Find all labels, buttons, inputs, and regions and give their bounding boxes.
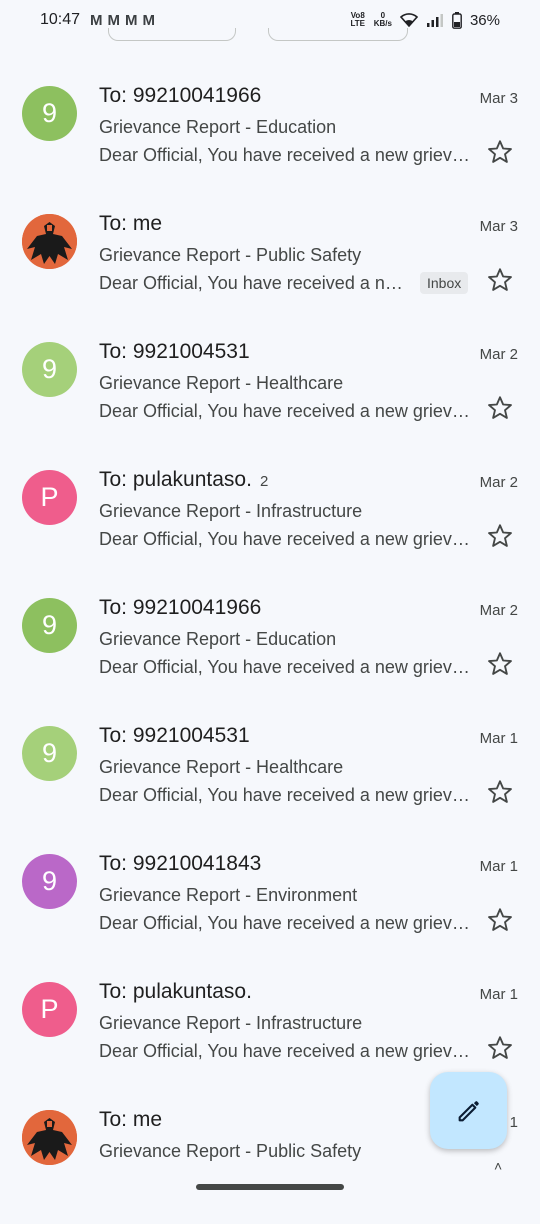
scroll-up-icon[interactable]: ˄ bbox=[494, 1158, 502, 1174]
sender-avatar[interactable]: P bbox=[22, 982, 77, 1037]
avatar-initial: 9 bbox=[41, 610, 58, 640]
email-recipient: To: pulakuntaso. bbox=[99, 980, 252, 1003]
profile-photo-icon bbox=[22, 214, 77, 269]
gmail-notification-icon: M bbox=[142, 11, 155, 29]
signal-icon bbox=[426, 14, 443, 27]
email-subject: Grievance Report - Infrastructure bbox=[99, 501, 363, 521]
email-date: Mar 1 bbox=[479, 986, 518, 1003]
sender-avatar[interactable] bbox=[22, 1110, 77, 1165]
star-icon[interactable] bbox=[486, 522, 514, 550]
sender-avatar[interactable]: 9 bbox=[22, 342, 77, 397]
email-snippet: Dear Official, You have received a new g… bbox=[99, 401, 471, 421]
email-snippet: Dear Official, You have received a new g… bbox=[99, 273, 406, 293]
email-subject: Grievance Report - Healthcare bbox=[99, 373, 344, 393]
star-icon[interactable] bbox=[486, 394, 514, 422]
sender-avatar[interactable]: 9 bbox=[22, 854, 77, 909]
email-row[interactable]: 9 To: 99210041966 Mar 2 Grievance Report - … bbox=[0, 584, 540, 712]
email-row[interactable]: To: me Mar 3 Grievance Report - Public Saf… bbox=[0, 200, 540, 328]
email-recipient: To: me bbox=[99, 1108, 163, 1131]
sender-avatar[interactable]: 9 bbox=[22, 726, 77, 781]
email-recipient: To: 9921004531 bbox=[99, 340, 250, 363]
volte-icon: Vo8 LTE bbox=[350, 11, 365, 28]
email-recipient: To: 99210041966 bbox=[99, 596, 262, 619]
avatar-initial: 9 bbox=[41, 738, 58, 768]
email-subject: Grievance Report - Education bbox=[99, 117, 337, 137]
sender-avatar[interactable]: P bbox=[22, 470, 77, 525]
email-row[interactable]: P To: pulakuntaso. 2 Mar 2 Grievance Report … bbox=[0, 456, 540, 584]
email-snippet: Dear Official, You have received a new g… bbox=[99, 145, 471, 165]
avatar-initial: P bbox=[40, 994, 59, 1024]
email-row[interactable]: 9 To: 9921004531 Mar 1 Grievance Report - H… bbox=[0, 712, 540, 840]
star-icon[interactable] bbox=[486, 778, 514, 806]
email-snippet: Dear Official, You have received a new g… bbox=[99, 913, 471, 933]
email-row[interactable]: 9 To: 9921004531 Mar 2 Grievance Report - H… bbox=[0, 328, 540, 456]
profile-photo-icon bbox=[22, 1110, 77, 1165]
email-date: Mar 1 bbox=[479, 730, 518, 747]
email-snippet: Dear Official, You have received a new g… bbox=[99, 1041, 471, 1061]
email-date: Mar 3 bbox=[479, 90, 518, 107]
network-speed: 0 KB/s bbox=[373, 11, 392, 28]
email-row[interactable]: 9 To: 99210041843 Mar 1 Grievance Report - … bbox=[0, 840, 540, 968]
sender-avatar[interactable]: 9 bbox=[22, 598, 77, 653]
email-recipient: To: pulakuntaso. 2 bbox=[99, 468, 269, 491]
battery-icon bbox=[452, 11, 462, 29]
email-snippet: Dear Official, You have received a new g… bbox=[99, 529, 471, 549]
email-date: Mar 2 bbox=[479, 346, 518, 363]
email-recipient: To: 99210041966 bbox=[99, 84, 262, 107]
filter-chip[interactable] bbox=[268, 28, 408, 41]
avatar-initial: 9 bbox=[41, 866, 58, 896]
wifi-icon bbox=[399, 13, 418, 27]
email-subject: Grievance Report - Public Safety bbox=[99, 245, 362, 265]
filter-chips-peek bbox=[0, 28, 540, 42]
filter-chip[interactable] bbox=[108, 28, 236, 41]
email-recipient: To: 9921004531 bbox=[99, 724, 250, 747]
email-date: Mar 2 bbox=[479, 474, 518, 491]
thread-count: 2 bbox=[259, 473, 269, 490]
star-icon[interactable] bbox=[486, 1034, 514, 1062]
email-recipient: To: 99210041843 bbox=[99, 852, 262, 875]
gmail-notification-icon: M bbox=[90, 11, 102, 29]
avatar-initial: 9 bbox=[41, 98, 58, 128]
email-row[interactable]: 9 To: 99210041966 Mar 3 Grievance Report - … bbox=[0, 72, 540, 200]
gmail-notification-icon: M bbox=[107, 11, 120, 29]
star-icon[interactable] bbox=[486, 138, 514, 166]
email-subject: Grievance Report - Infrastructure bbox=[99, 1013, 363, 1033]
email-snippet: Dear Official, You have received a new g… bbox=[99, 657, 471, 677]
avatar-initial: P bbox=[40, 482, 59, 512]
star-icon[interactable] bbox=[486, 906, 514, 934]
gesture-nav-bar[interactable] bbox=[196, 1184, 344, 1190]
email-recipient: To: me bbox=[99, 212, 163, 235]
email-snippet: Dear Official, You have received a new g… bbox=[99, 785, 471, 805]
email-date: Mar 3 bbox=[479, 218, 518, 235]
email-list: 9 To: 99210041966 Mar 3 Grievance Report - … bbox=[0, 72, 540, 1224]
email-subject: Grievance Report - Education bbox=[99, 629, 337, 649]
sender-avatar[interactable]: 9 bbox=[22, 86, 77, 141]
email-date: Mar 2 bbox=[479, 602, 518, 619]
compose-button[interactable] bbox=[430, 1072, 507, 1149]
avatar-initial: 9 bbox=[41, 354, 58, 384]
status-time: 10:47 bbox=[40, 11, 81, 28]
email-subject: Grievance Report - Public Safety bbox=[99, 1141, 362, 1161]
star-icon[interactable] bbox=[486, 266, 514, 294]
email-date: Mar 1 bbox=[479, 858, 518, 875]
email-date: 1 bbox=[509, 1114, 518, 1131]
inbox-label-chip: Inbox bbox=[420, 272, 469, 294]
star-icon[interactable] bbox=[486, 650, 514, 678]
email-subject: Grievance Report - Healthcare bbox=[99, 757, 344, 777]
battery-level: 36% bbox=[469, 11, 500, 29]
email-subject: Grievance Report - Environment bbox=[99, 885, 358, 905]
gmail-notification-icon: M bbox=[125, 11, 137, 29]
pencil-icon bbox=[458, 1100, 479, 1121]
sender-avatar[interactable] bbox=[22, 214, 77, 269]
